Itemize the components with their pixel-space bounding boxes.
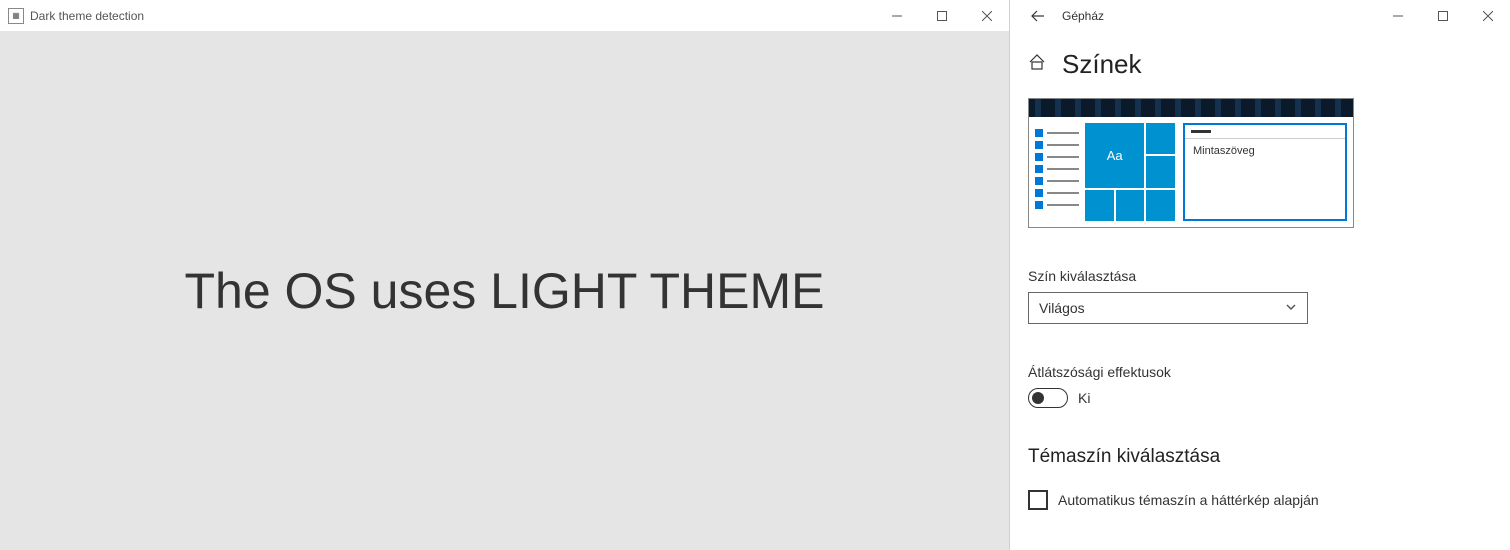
preview-sample-text: Mintaszöveg — [1185, 139, 1345, 163]
close-button[interactable] — [964, 0, 1009, 31]
theme-status-text: The OS uses LIGHT THEME — [184, 262, 824, 320]
auto-accent-label: Automatikus témaszín a háttérkép alapján — [1058, 492, 1319, 508]
theme-preview: Aa Mintaszöveg — [1028, 98, 1354, 228]
window-title: Dark theme detection — [30, 9, 144, 23]
color-mode-selected: Világos — [1039, 300, 1085, 316]
app-window-theme-detection: ▦ Dark theme detection The OS uses LIGHT… — [0, 0, 1010, 550]
settings-app-title: Gépház — [1062, 9, 1104, 23]
preview-start-list — [1035, 123, 1079, 221]
auto-accent-checkbox[interactable] — [1028, 490, 1048, 510]
color-mode-dropdown[interactable]: Világos — [1028, 292, 1308, 324]
transparency-label: Átlátszósági effektusok — [1028, 364, 1492, 380]
transparency-toggle[interactable] — [1028, 388, 1068, 408]
titlebar-right: Gépház — [1010, 0, 1510, 31]
titlebar-left: ▦ Dark theme detection — [0, 0, 1009, 31]
color-mode-label: Szín kiválasztása — [1028, 268, 1492, 284]
preview-tile-big: Aa — [1085, 123, 1144, 188]
app-icon: ▦ — [8, 8, 24, 24]
settings-window: Gépház Színek — [1010, 0, 1510, 550]
maximize-button[interactable] — [1420, 0, 1465, 31]
preview-tiles: Aa — [1085, 123, 1175, 221]
minimize-button[interactable] — [874, 0, 919, 31]
minimize-button[interactable] — [1375, 0, 1420, 31]
close-button[interactable] — [1465, 0, 1510, 31]
app-content: The OS uses LIGHT THEME — [0, 31, 1009, 550]
preview-window: Mintaszöveg — [1183, 123, 1347, 221]
page-title: Színek — [1062, 49, 1142, 80]
maximize-button[interactable] — [919, 0, 964, 31]
chevron-down-icon — [1285, 300, 1297, 316]
transparency-state: Ki — [1078, 390, 1090, 406]
back-button[interactable] — [1018, 0, 1058, 31]
home-icon[interactable] — [1028, 53, 1046, 76]
accent-heading: Témaszín kiválasztása — [1028, 446, 1492, 468]
